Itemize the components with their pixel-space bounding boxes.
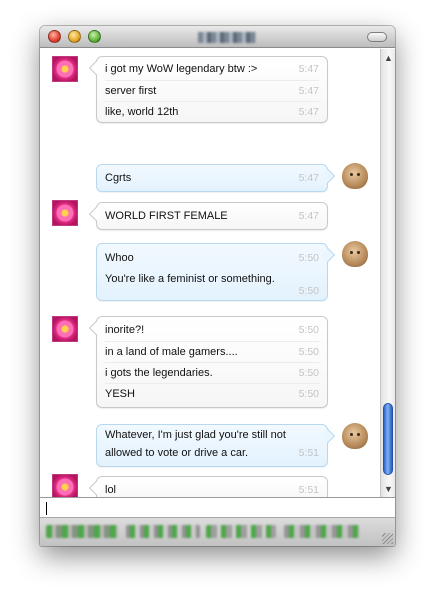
message-text: Cgrts <box>105 172 132 184</box>
flower-avatar-icon <box>52 56 78 82</box>
message-text: WORLD FIRST FEMALE <box>105 210 228 222</box>
flower-avatar-icon <box>52 474 78 497</box>
outgoing-message-bubble: Cgrts 5:47 <box>96 164 336 192</box>
scroll-down-arrow-icon[interactable]: ▼ <box>384 484 393 494</box>
message-text: i got my WoW legendary btw :> <box>105 63 258 75</box>
message-text: like, world 12th <box>105 106 179 118</box>
message-line: WORLD FIRST FEMALE 5:47 <box>105 206 319 227</box>
window-title <box>198 32 256 43</box>
face-avatar-icon <box>342 423 368 449</box>
message-line: YESH 5:50 <box>105 383 319 404</box>
incoming-message-bubble: WORLD FIRST FEMALE 5:47 <box>88 202 328 230</box>
message-line: You're like a feminist or something. 5:5… <box>105 269 319 299</box>
minimize-button[interactable] <box>68 30 81 43</box>
message-timestamp: 5:47 <box>298 172 319 184</box>
message-line: lol 5:51 <box>105 480 319 497</box>
close-button[interactable] <box>48 30 61 43</box>
message-timestamp: 5:47 <box>298 210 319 222</box>
incoming-message-bubble: inorite?! 5:50 in a land of male gamers.… <box>88 316 328 408</box>
message-line: Cgrts 5:47 <box>105 168 319 189</box>
text-caret <box>46 502 47 515</box>
message-timestamp: 5:50 <box>298 285 319 297</box>
message-text: i gots the legendaries. <box>105 367 213 379</box>
message-timestamp: 5:51 <box>298 447 319 459</box>
message-timestamp: 5:47 <box>298 106 319 118</box>
outgoing-message-bubble: Whoo 5:50 You're like a feminist or some… <box>96 243 336 301</box>
status-item[interactable] <box>126 525 200 538</box>
message-text: inorite?! <box>105 324 145 336</box>
message-text: server first <box>105 85 157 97</box>
outgoing-message-bubble: Whatever, I'm just glad you're still not… <box>96 424 336 467</box>
title-bar[interactable] <box>40 26 395 48</box>
message-input[interactable] <box>40 497 395 517</box>
face-avatar-icon <box>342 241 368 267</box>
message-line: i gots the legendaries. 5:50 <box>105 362 319 383</box>
message-timestamp: 5:50 <box>298 367 319 379</box>
status-bar <box>40 517 395 546</box>
chat-transcript[interactable]: i got my WoW legendary btw :> 5:47 serve… <box>40 49 380 497</box>
message-line: like, world 12th 5:47 <box>105 101 319 122</box>
message-text: in a land of male gamers.... <box>105 346 238 358</box>
flower-avatar-icon <box>52 200 78 226</box>
resize-grip-icon[interactable] <box>382 533 393 544</box>
message-line: Whoo 5:50 <box>105 248 319 269</box>
message-text: Whatever, I'm just glad you're still not <box>105 429 286 441</box>
status-item[interactable] <box>46 525 118 538</box>
zoom-button[interactable] <box>88 30 101 43</box>
message-text: YESH <box>105 388 135 400</box>
toolbar-toggle-button[interactable] <box>367 32 387 42</box>
message-timestamp: 5:47 <box>298 85 319 97</box>
flower-avatar-icon <box>52 316 78 342</box>
chat-window: i got my WoW legendary btw :> 5:47 serve… <box>40 26 395 546</box>
message-timestamp: 5:50 <box>298 388 319 400</box>
message-timestamp: 5:51 <box>298 484 319 496</box>
vertical-scrollbar[interactable]: ▲ ▼ <box>380 49 395 497</box>
message-line: server first 5:47 <box>105 80 319 101</box>
message-text: lol <box>105 484 117 496</box>
status-item[interactable] <box>206 525 276 538</box>
message-line: i got my WoW legendary btw :> 5:47 <box>105 59 319 80</box>
message-timestamp: 5:50 <box>298 252 319 264</box>
message-line: inorite?! 5:50 <box>105 320 319 341</box>
message-line: in a land of male gamers.... 5:50 <box>105 341 319 362</box>
message-line: allowed to vote or drive a car. 5:51 <box>105 444 319 462</box>
incoming-message-bubble: lol 5:51 <box>88 476 328 497</box>
message-line: Whatever, I'm just glad you're still not <box>105 426 319 444</box>
message-timestamp: 5:50 <box>298 346 319 358</box>
message-text: You're like a feminist or something. <box>105 273 275 285</box>
message-timestamp: 5:50 <box>298 324 319 336</box>
incoming-message-bubble: i got my WoW legendary btw :> 5:47 serve… <box>88 56 328 123</box>
scroll-up-arrow-icon[interactable]: ▲ <box>384 53 393 63</box>
scroll-thumb[interactable] <box>383 403 393 475</box>
face-avatar-icon <box>342 163 368 189</box>
status-item[interactable] <box>284 525 360 538</box>
message-text: Whoo <box>105 252 134 264</box>
message-timestamp: 5:47 <box>298 63 319 75</box>
message-text: allowed to vote or drive a car. <box>105 447 249 459</box>
